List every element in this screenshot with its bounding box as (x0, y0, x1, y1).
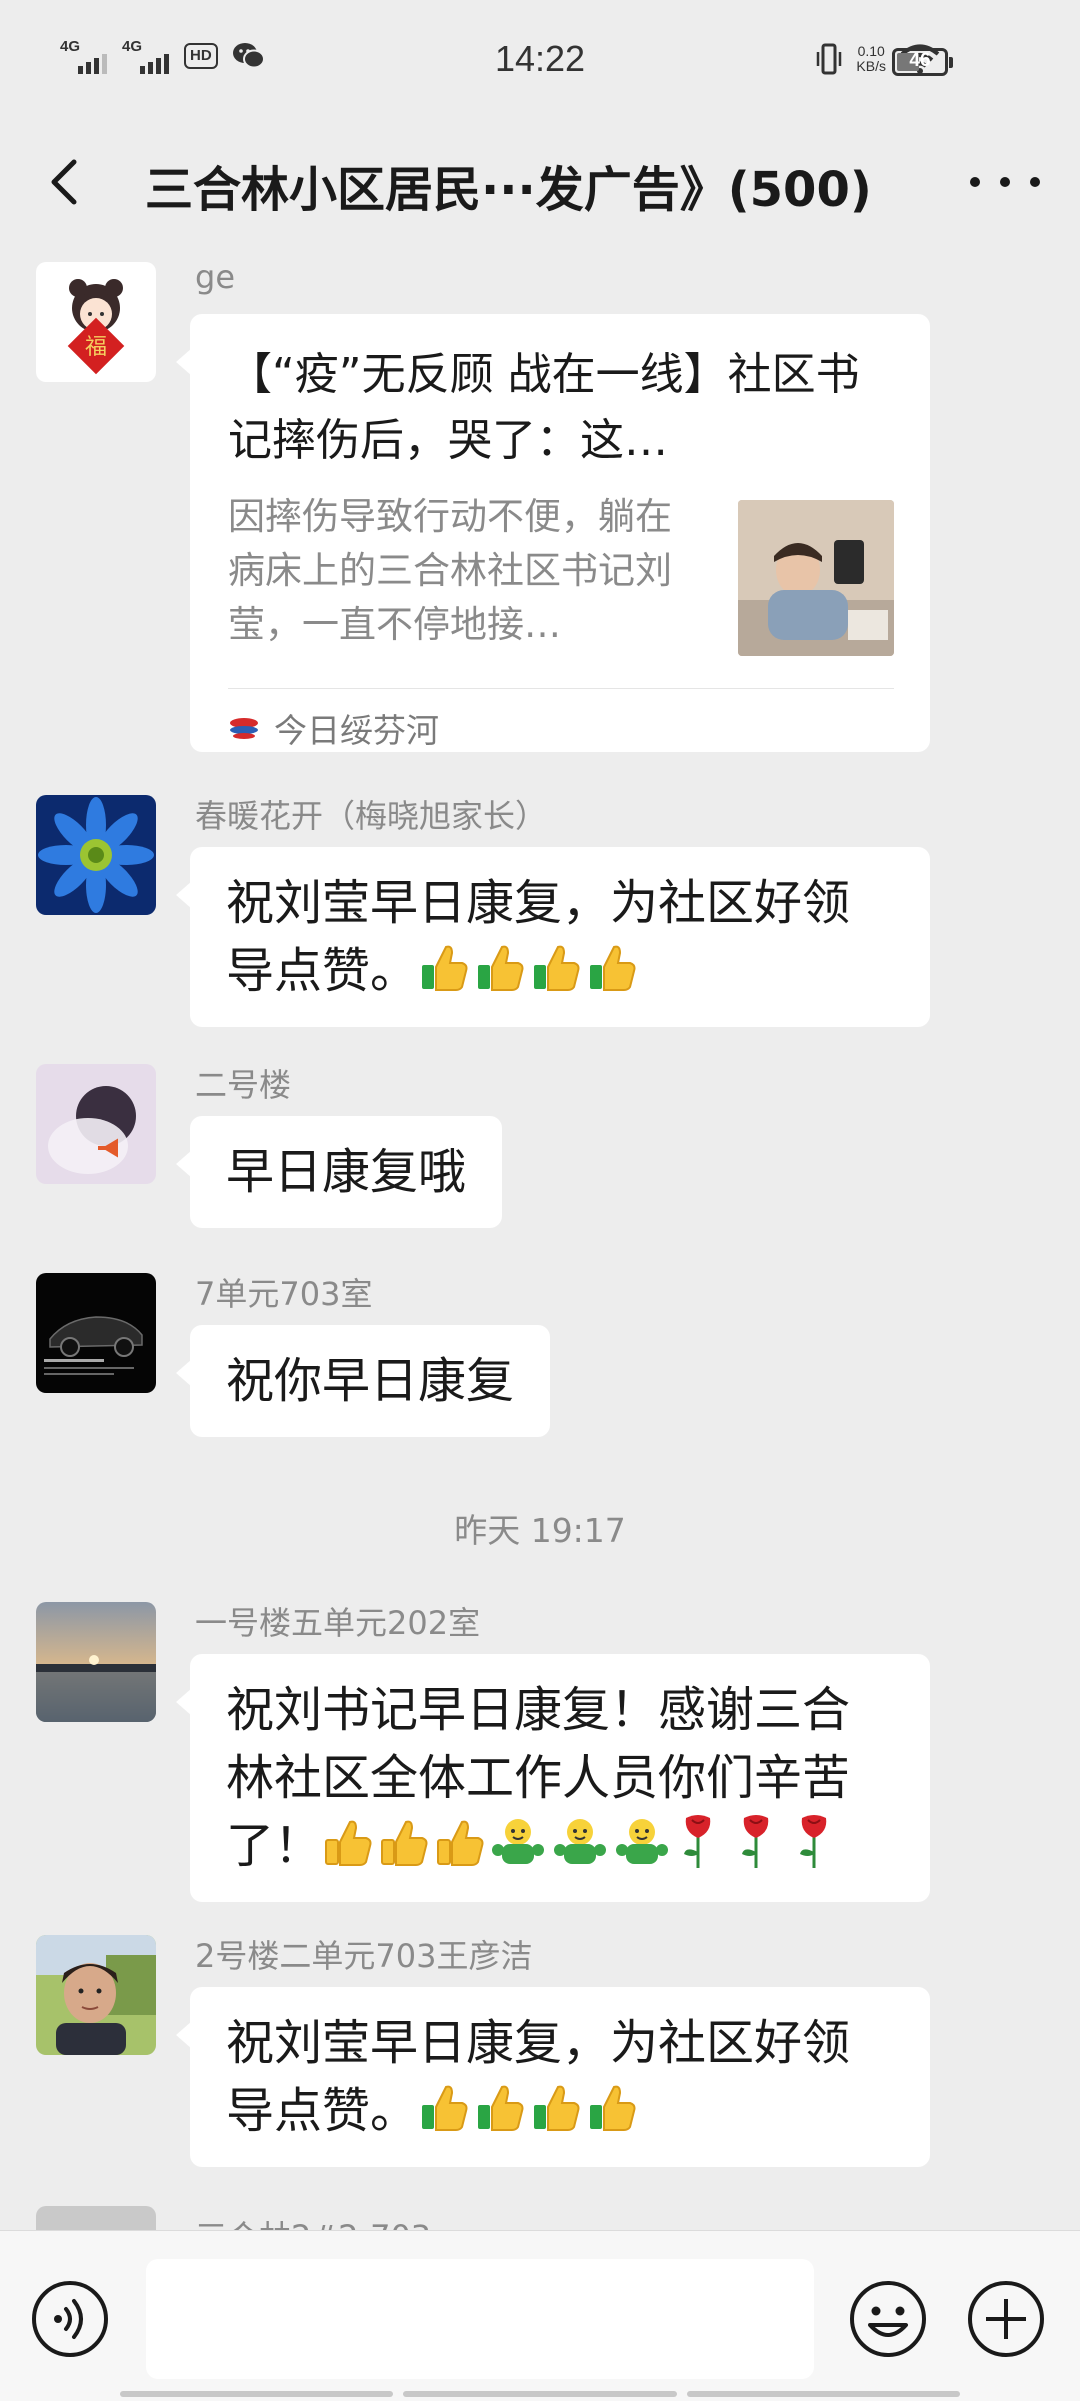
card-description: 因摔伤导致行动不便，躺在病床上的三合林社区书记刘莹，一直不停地接… (228, 495, 672, 646)
avatar[interactable]: 福 (36, 262, 156, 382)
thumbs-up-icon (422, 945, 468, 991)
divider (228, 688, 894, 689)
thumbs-up-icon (590, 2085, 636, 2131)
emoji-icon[interactable] (848, 2279, 928, 2359)
vibrate-icon (817, 43, 842, 75)
card-thumbnail (738, 500, 894, 656)
timestamp-divider: 昨天 19:17 (454, 1511, 626, 1550)
voice-icon[interactable] (30, 2279, 110, 2359)
avatar[interactable] (36, 1602, 156, 1722)
gesture-bar (120, 2391, 960, 2397)
emoji-group (322, 1815, 850, 1874)
back-arrow-icon[interactable] (36, 152, 96, 212)
battery-icon: 46 (892, 48, 953, 76)
sender-name: 三合林2#2-703 (195, 2212, 431, 2230)
avatar[interactable] (36, 2206, 156, 2230)
plus-icon[interactable] (966, 2279, 1046, 2359)
message-text: 祝你早日康复 (226, 1353, 515, 1409)
rose-icon (684, 1815, 711, 1868)
cheer-emoji-icon (616, 1819, 669, 1864)
message-bubble[interactable]: 祝你早日康复 (175, 1325, 551, 1437)
message-text: 早日康复哦 (226, 1144, 467, 1200)
thumbs-up-icon (590, 945, 636, 991)
thumbs-up-icon (422, 2085, 468, 2131)
rose-icon (742, 1815, 769, 1868)
sender-name: ge (195, 258, 235, 296)
sender-name: 二号楼 (195, 1066, 292, 1104)
message-input[interactable] (146, 2259, 814, 2379)
thumbs-up-icon (381, 1820, 428, 1866)
message-bubble[interactable]: 早日康复哦 (175, 1116, 503, 1228)
source-logo-icon (230, 718, 258, 739)
cheer-emoji-icon (554, 1819, 607, 1864)
card-title: 【“疫”无反顾 战在一线】社区书记摔伤后，哭了：这… (228, 349, 860, 466)
sender-name: 2号楼二单元703王彦洁 (195, 1937, 533, 1975)
emoji-group (418, 943, 642, 999)
rose-icon (800, 1815, 827, 1868)
avatar[interactable] (36, 1273, 156, 1393)
input-bar (0, 2230, 1080, 2401)
chat-header: 三合林小区居民···发广告》(500) (0, 130, 1080, 234)
thumbs-up-icon (325, 1820, 372, 1866)
status-bar: 4G 4G HD 14:22 0.10 KB/s 46 (0, 0, 1080, 120)
emoji-group (418, 2083, 642, 2139)
chat-title: 三合林小区居民···发广告》(500) (145, 162, 872, 218)
avatar[interactable] (36, 795, 156, 915)
thumbs-up-icon (478, 945, 524, 991)
sender-name: 7单元703室 (195, 1275, 373, 1313)
thumbs-up-icon (478, 2085, 524, 2131)
thumbs-up-icon (534, 2085, 580, 2131)
thumbs-up-icon (534, 945, 580, 991)
message-bubble[interactable]: 祝刘书记早日康复！感谢三合林社区全体工作人员你们辛苦了！ (176, 1654, 930, 1902)
more-icon[interactable] (970, 162, 1040, 202)
cheer-emoji-icon (492, 1819, 545, 1864)
sender-name: 一号楼五单元202室 (195, 1604, 481, 1642)
network-speed: 0.10 KB/s (856, 43, 886, 74)
message-item: 三合林2#2-703 (0, 2202, 1080, 2230)
svg-text:福: 福 (85, 335, 107, 360)
card-source: 今日绥芬河 (228, 704, 439, 752)
thumbs-up-icon (437, 1820, 484, 1866)
message-bubble[interactable]: 祝刘莹早日康复，为社区好领导点赞。 (176, 847, 930, 1027)
message-bubble[interactable]: 祝刘莹早日康复，为社区好领导点赞。 (176, 1987, 930, 2167)
avatar[interactable] (36, 1935, 156, 2055)
avatar[interactable] (36, 1064, 156, 1184)
sender-name: 春暖花开（梅晓旭家长） (195, 797, 548, 835)
link-card[interactable]: 【“疫”无反顾 战在一线】社区书记摔伤后，哭了：这… 因摔伤导致行动不便，躺在病… (176, 314, 930, 752)
